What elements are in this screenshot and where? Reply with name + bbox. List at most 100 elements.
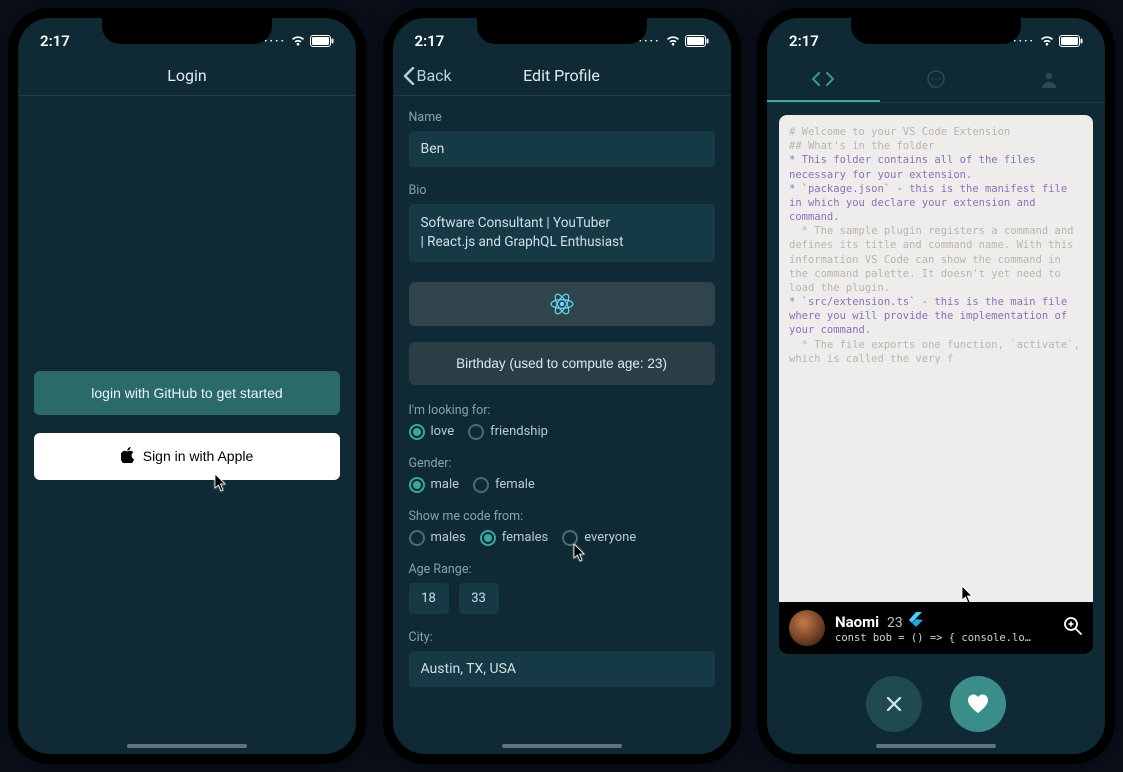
apple-icon	[121, 447, 135, 466]
back-label: Back	[417, 66, 452, 85]
code-card[interactable]: # Welcome to your VS Code Extension## Wh…	[779, 115, 1093, 654]
tab-code[interactable]	[767, 58, 880, 102]
radio-option-male[interactable]: male	[409, 477, 460, 493]
home-indicator	[876, 744, 996, 748]
radio-option-males[interactable]: males	[409, 530, 466, 546]
status-time: 2:17	[415, 32, 445, 50]
home-indicator	[127, 744, 247, 748]
zoom-in-icon[interactable]	[1063, 616, 1083, 640]
edit-profile-header: Back Edit Profile	[393, 58, 731, 96]
bio-label: Bio	[409, 183, 715, 198]
chevron-left-icon	[403, 67, 415, 85]
radio-label: females	[502, 530, 549, 545]
github-login-label: login with GitHub to get started	[91, 385, 282, 401]
city-input[interactable]	[409, 651, 715, 687]
apple-signin-button[interactable]: Sign in with Apple	[34, 433, 340, 480]
radio-label: female	[495, 477, 535, 492]
dismiss-button[interactable]	[866, 676, 922, 732]
heart-icon	[966, 693, 990, 715]
looking-for-label: I'm looking for:	[409, 403, 715, 418]
chat-icon	[926, 70, 946, 90]
birthday-label: Birthday (used to compute age: 23)	[456, 356, 667, 371]
radio-circle-icon	[473, 477, 489, 493]
battery-icon	[1059, 35, 1083, 47]
edit-profile-form: Name Bio Software Consultant | YouTuber …	[393, 96, 731, 754]
name-input[interactable]	[409, 131, 715, 167]
age-max-input[interactable]: 33	[459, 583, 499, 614]
tab-chat[interactable]	[880, 58, 993, 102]
radio-label: males	[431, 530, 466, 545]
react-logo-button[interactable]	[409, 282, 715, 326]
wifi-icon	[290, 35, 306, 47]
bio-input[interactable]: Software Consultant | YouTuber | React.j…	[409, 204, 715, 262]
name-label: Name	[409, 110, 715, 125]
phone-notch	[851, 16, 1021, 44]
profile-strip: Naomi 23 const bob = () => { console.log…	[779, 602, 1093, 654]
radio-option-friendship[interactable]: friendship	[468, 424, 548, 440]
radio-option-love[interactable]: love	[409, 424, 455, 440]
apple-signin-label: Sign in with Apple	[143, 448, 254, 464]
code-line: * The file exports one function, `activa…	[789, 338, 1083, 366]
card-area: # Welcome to your VS Code Extension## Wh…	[767, 103, 1105, 754]
phone-notch	[477, 16, 647, 44]
back-button[interactable]: Back	[403, 66, 452, 85]
gender-label: Gender:	[409, 456, 715, 471]
age-range-label: Age Range:	[409, 562, 715, 577]
show-code-group: males females everyone	[409, 530, 715, 546]
avatar	[789, 610, 825, 646]
radio-label: everyone	[584, 530, 636, 545]
radio-option-female[interactable]: female	[473, 477, 535, 493]
status-indicators: ····	[638, 34, 708, 48]
tab-profile[interactable]	[992, 58, 1105, 102]
code-line: * `src/extension.ts` - this is the main …	[789, 295, 1083, 338]
action-row	[779, 654, 1093, 742]
age-range-row: 18 33	[409, 583, 715, 614]
wifi-icon	[1039, 35, 1055, 47]
code-line: * The sample plugin registers a command …	[789, 224, 1083, 295]
status-indicators: ····	[264, 34, 334, 48]
looking-for-group: love friendship	[409, 424, 715, 440]
person-icon	[1040, 71, 1058, 89]
github-login-button[interactable]: login with GitHub to get started	[34, 371, 340, 415]
age-min-input[interactable]: 18	[409, 583, 449, 614]
battery-icon	[310, 35, 334, 47]
phone-login: 2:17 ···· Login login with GitHub to get…	[8, 8, 366, 764]
phone-notch	[102, 16, 272, 44]
status-indicators: ····	[1013, 34, 1083, 48]
phone-edit-profile: 2:17 ···· Back Edit Profile Name Bio Sof…	[383, 8, 741, 764]
birthday-button[interactable]: Birthday (used to compute age: 23)	[409, 342, 715, 385]
code-content: # Welcome to your VS Code Extension## Wh…	[779, 115, 1093, 602]
code-line: ## What's in the folder	[789, 139, 1083, 153]
status-time: 2:17	[789, 32, 819, 50]
profile-name: Naomi	[835, 613, 879, 631]
tab-bar	[767, 58, 1105, 103]
battery-icon	[685, 35, 709, 47]
profile-age: 23	[887, 615, 903, 631]
code-icon	[812, 71, 834, 87]
mouse-cursor	[961, 558, 975, 576]
radio-option-females[interactable]: females	[480, 530, 549, 546]
radio-circle-icon	[468, 424, 484, 440]
code-line: * `package.json` - this is the manifest …	[789, 182, 1083, 225]
mouse-cursor	[214, 474, 228, 492]
home-indicator	[502, 744, 622, 748]
like-button[interactable]	[950, 676, 1006, 732]
wifi-icon	[665, 35, 681, 47]
gender-group: male female	[409, 477, 715, 493]
code-line: # Welcome to your VS Code Extension	[789, 125, 1083, 139]
radio-circle-icon	[480, 530, 496, 546]
status-time: 2:17	[40, 32, 70, 50]
x-icon	[884, 694, 904, 714]
show-code-label: Show me code from:	[409, 509, 715, 524]
radio-circle-icon	[409, 530, 425, 546]
code-line: * This folder contains all of the files …	[789, 153, 1083, 181]
login-title: Login	[167, 66, 206, 85]
phone-swipe: 2:17 ···· # Welcome to your VS Code Exte…	[757, 8, 1115, 764]
city-label: City:	[409, 630, 715, 645]
edit-profile-title: Edit Profile	[523, 66, 600, 85]
radio-circle-icon	[409, 424, 425, 440]
radio-circle-icon	[409, 477, 425, 493]
mouse-cursor	[573, 544, 587, 562]
react-icon	[549, 291, 575, 317]
code-snippet: const bob = () => { console.log("here...	[835, 632, 1035, 644]
